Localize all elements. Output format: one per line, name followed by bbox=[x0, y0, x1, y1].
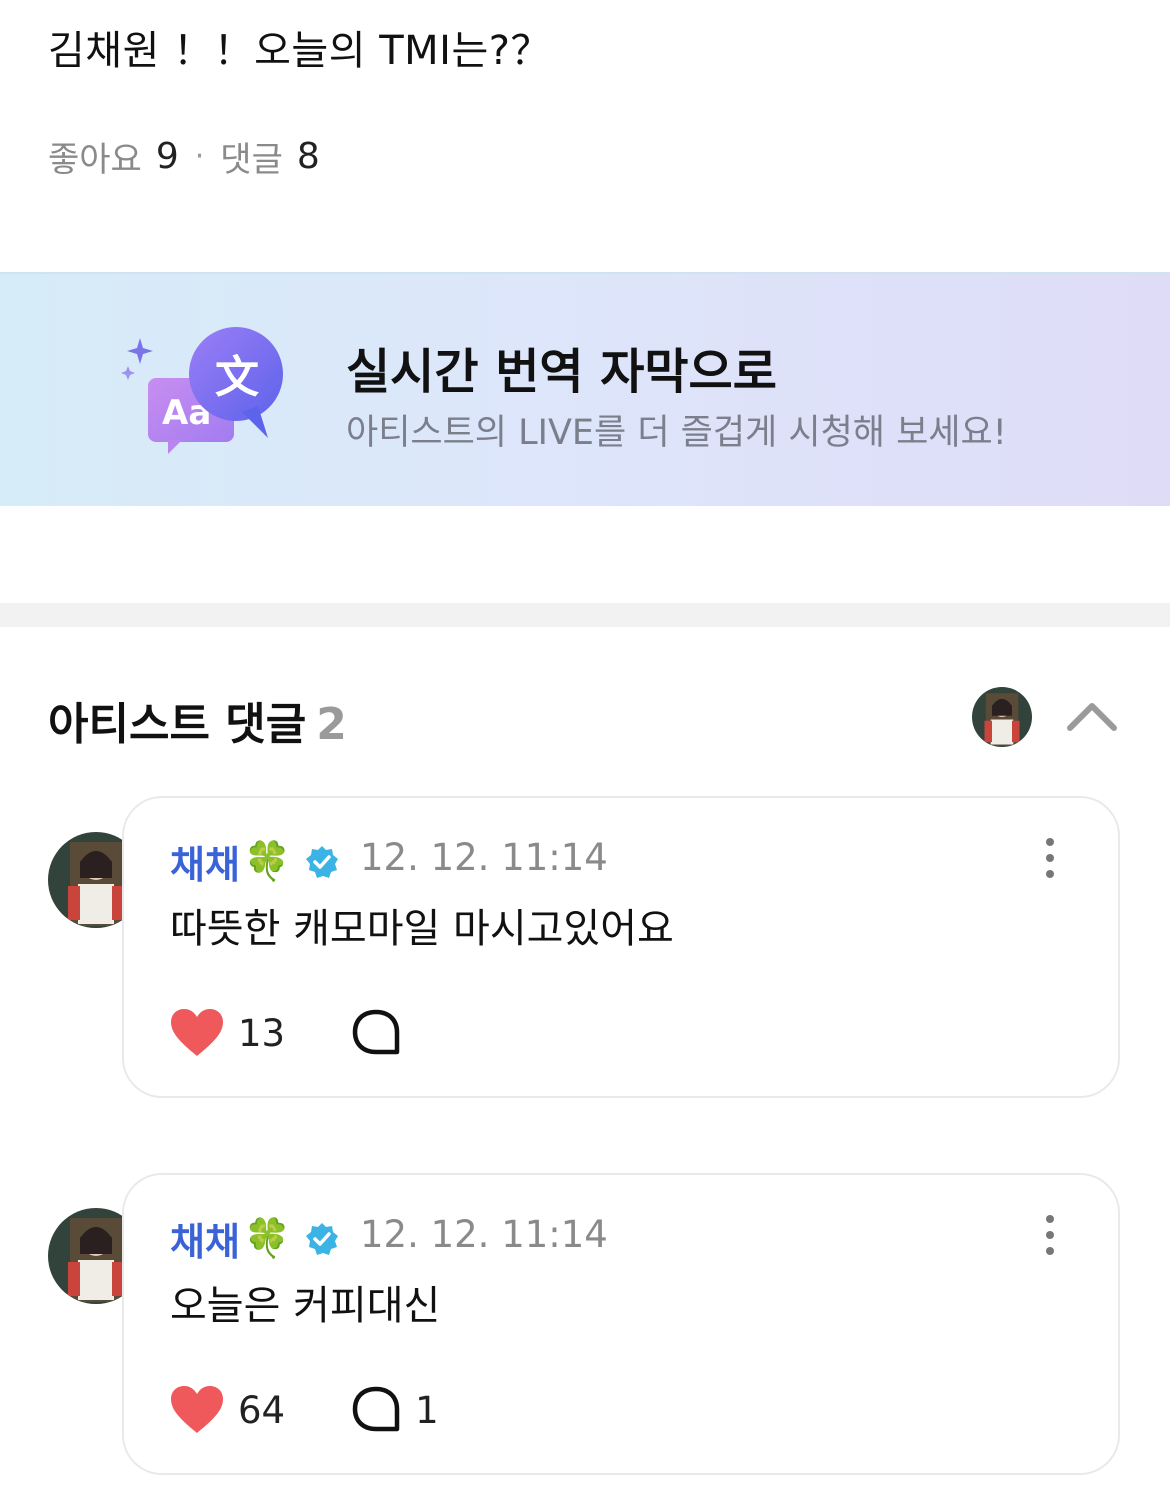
artist-comments-count: 2 bbox=[316, 699, 347, 750]
post-title: 김채원 ！！오늘의 TMI는?？ bbox=[48, 28, 552, 74]
artist-comments-title: 아티스트 댓글 2 bbox=[48, 688, 347, 752]
artist-comments-label: 아티스트 댓글 bbox=[48, 699, 307, 750]
reply-count: 1 bbox=[415, 1388, 439, 1432]
heart-icon bbox=[171, 1386, 223, 1433]
comment-actions: 64 1 bbox=[170, 1385, 439, 1435]
author-name: 채채 bbox=[170, 1220, 240, 1264]
author-name: 채채 bbox=[170, 843, 240, 887]
translate-icon: Aa 文 bbox=[121, 327, 283, 454]
comment-timestamp: 12. 12. 11:14 bbox=[360, 836, 608, 879]
like-button[interactable]: 13 bbox=[170, 1008, 285, 1058]
comment-card: 채채 🍀 12. 12. 11:14 오늘은 커피대신 64 1 bbox=[122, 1173, 1120, 1475]
comment-text: 따뜻한 캐모마일 마시고있어요 bbox=[170, 906, 674, 952]
svg-text:文: 文 bbox=[215, 352, 259, 403]
reply-button[interactable]: 1 bbox=[351, 1385, 439, 1435]
like-count: 64 bbox=[238, 1388, 286, 1432]
comment-card: 채채 🍀 12. 12. 11:14 따뜻한 캐모마일 마시고있어요 13 bbox=[122, 796, 1120, 1098]
more-vertical-icon[interactable] bbox=[1040, 1213, 1060, 1257]
clover-icon: 🍀 bbox=[243, 839, 292, 883]
post-stats: 좋아요 9 · 댓글 8 bbox=[48, 132, 320, 181]
like-button[interactable]: 64 bbox=[170, 1385, 285, 1435]
heart-icon bbox=[171, 1009, 223, 1056]
comment-text: 오늘은 커피대신 bbox=[170, 1283, 441, 1329]
clover-icon: 🍀 bbox=[243, 1216, 292, 1260]
likes-count: 9 bbox=[155, 136, 179, 177]
section-divider bbox=[0, 603, 1170, 627]
comments-label[interactable]: 댓글 bbox=[220, 132, 283, 181]
comment-timestamp: 12. 12. 11:14 bbox=[360, 1213, 608, 1256]
artist-avatar[interactable] bbox=[972, 687, 1032, 747]
live-translation-banner[interactable]: Aa 文 실시간 번역 자막으로 아티스트의 LIVE를 더 즐겁게 시청해 보… bbox=[0, 272, 1170, 506]
comment-author[interactable]: 채채 🍀 bbox=[170, 834, 339, 889]
comment-actions: 13 bbox=[170, 1008, 415, 1058]
likes-label: 좋아요 bbox=[48, 140, 142, 180]
comment-bubble-icon bbox=[352, 1009, 400, 1055]
stats-separator: · bbox=[194, 139, 205, 174]
verified-badge-icon bbox=[306, 1222, 339, 1255]
comment-bubble-icon bbox=[352, 1386, 400, 1432]
verified-badge-icon bbox=[306, 845, 339, 878]
sparkle-icon bbox=[121, 338, 153, 380]
chevron-up-icon[interactable] bbox=[1064, 692, 1120, 742]
banner-subtitle: 아티스트의 LIVE를 더 즐겁게 시청해 보세요! bbox=[346, 413, 1007, 453]
more-vertical-icon[interactable] bbox=[1040, 836, 1060, 880]
comments-count[interactable]: 8 bbox=[297, 136, 320, 177]
reply-button[interactable] bbox=[351, 1008, 415, 1058]
like-count: 13 bbox=[238, 1011, 286, 1055]
banner-title: 실시간 번역 자막으로 bbox=[346, 344, 777, 400]
comment-author[interactable]: 채채 🍀 bbox=[170, 1211, 339, 1266]
